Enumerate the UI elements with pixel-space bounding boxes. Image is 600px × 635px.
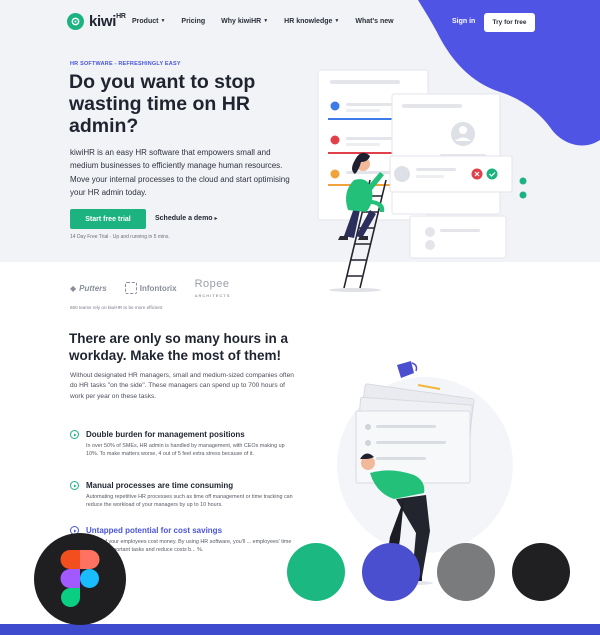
bottom-card	[409, 215, 507, 259]
partners-note: 650 teams rely on kiwiHR to be more effi…	[70, 305, 163, 310]
hero-title: Do you want to stop wasting time on HR a…	[69, 71, 256, 137]
try-free-button[interactable]: Try for free	[484, 13, 535, 32]
arrow-right-icon: ▸	[214, 216, 218, 222]
nav-menu: Product ▼ Pricing Why kiwiHR ▼ HR knowledg…	[132, 18, 394, 25]
stacked-documents	[355, 383, 475, 484]
feature-title: Untapped potential for cost savings	[86, 526, 223, 535]
partner-logo-ropee: Ropee ARCHITECTS	[194, 278, 231, 298]
nav-item-hr-knowledge[interactable]: HR knowledge ▼	[284, 18, 339, 25]
feature-text: In over 50% of SMEs, HR admin is handled…	[86, 443, 285, 458]
color-swatch-blue[interactable]	[362, 543, 420, 601]
kiwi-logo-icon	[67, 13, 84, 30]
section-description: Without designated HR managers, small an…	[70, 372, 294, 400]
section-title: There are only so many hours in a workda…	[69, 331, 289, 363]
trial-note: 14 Day Free Trial · Up and running in 5 …	[70, 234, 170, 240]
figma-icon	[60, 550, 100, 607]
hero-eyebrow: HR SOFTWARE - REFRESHINGLY EASY	[70, 61, 181, 67]
hero-illustration	[317, 69, 527, 292]
start-free-trial-button[interactable]: Start free trial	[70, 209, 146, 229]
partner-logo-putters: ◆ Putters	[70, 283, 107, 293]
chevron-down-icon: ▼	[160, 18, 166, 24]
brand-logo[interactable]: kiwiHR	[67, 13, 126, 30]
play-circle-icon	[70, 481, 79, 490]
feature-item: Double burden for management positions I…	[70, 430, 298, 459]
partner-logo-infontorix: Infontorix	[124, 282, 177, 294]
top-nav: kiwiHR Product ▼ Pricing Why kiwiHR ▼ HR k…	[0, 0, 600, 46]
profile-card	[391, 93, 501, 215]
chevron-down-icon: ▼	[263, 18, 269, 24]
feature-text: Automating repetitive HR processes such …	[86, 494, 293, 509]
signin-link[interactable]: Sign in	[452, 18, 475, 25]
color-swatch-black[interactable]	[512, 543, 570, 601]
nav-item-pricing[interactable]: Pricing	[181, 18, 205, 25]
putters-logo-icon: ◆	[70, 283, 77, 293]
nav-item-why-kiwihr[interactable]: Why kiwiHR ▼	[221, 18, 268, 25]
hero-description: kiwiHR is an easy HR software that empow…	[70, 148, 290, 198]
infontorix-logo-icon	[124, 282, 137, 294]
feature-item: Manual processes are time consuming Auto…	[70, 481, 298, 510]
feature-title: Double burden for management positions	[86, 430, 245, 439]
play-circle-icon	[70, 430, 79, 439]
color-swatch-gray[interactable]	[437, 543, 495, 601]
chevron-down-icon: ▼	[334, 18, 340, 24]
brand-name: kiwiHR	[89, 13, 126, 30]
feature-title: Manual processes are time consuming	[86, 481, 234, 490]
schedule-demo-link[interactable]: Schedule a demo ▸	[155, 215, 218, 222]
figma-badge[interactable]	[34, 533, 126, 625]
partner-logos: ◆ Putters Infontorix Ropee ARCHITECTS	[70, 278, 230, 298]
side-dots	[519, 177, 527, 199]
floating-mug	[397, 361, 418, 378]
approval-card	[389, 155, 513, 193]
footer-band	[0, 624, 600, 635]
color-swatch-green[interactable]	[287, 543, 345, 601]
nav-item-whats-new[interactable]: What's new	[355, 18, 393, 25]
nav-item-product[interactable]: Product ▼	[132, 18, 165, 25]
